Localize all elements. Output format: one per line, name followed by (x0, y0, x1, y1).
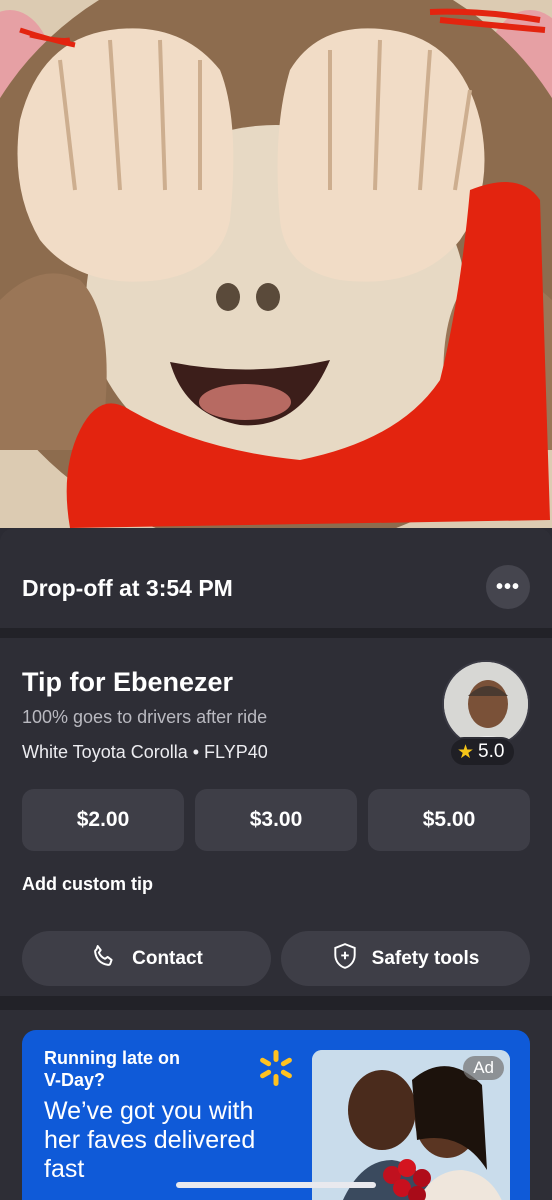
rating-value: 5.0 (478, 741, 505, 762)
driver-avatar[interactable] (442, 660, 530, 748)
ad-badge: Ad (463, 1056, 504, 1080)
phone-icon (90, 942, 118, 976)
tip-subtitle: 100% goes to drivers after ride (22, 707, 268, 727)
more-icon: ••• (495, 575, 520, 598)
ad-photo: Ad (312, 1050, 510, 1200)
contact-label: Contact (132, 947, 203, 969)
safety-tools-label: Safety tools (371, 947, 480, 969)
home-indicator[interactable] (176, 1182, 376, 1188)
more-options-button[interactable]: ••• (486, 565, 530, 609)
driver-rating: ★ 5.0 (449, 737, 517, 767)
safety-tools-button[interactable]: Safety tools (281, 931, 530, 986)
walmart-ad-banner[interactable]: Running late on V-Day? We’ve got you wit… (22, 1030, 530, 1200)
divider (0, 996, 552, 1010)
shared-photo (0, 0, 552, 528)
tip-option-3[interactable]: $3.00 (195, 789, 357, 851)
walmart-spark-icon (256, 1048, 296, 1093)
add-custom-tip-link[interactable]: Add custom tip (22, 874, 153, 895)
vehicle-info: White Toyota Corolla • FLYP40 (22, 742, 268, 762)
tip-option-5[interactable]: $5.00 (368, 789, 530, 851)
contact-button[interactable]: Contact (22, 931, 271, 986)
shield-icon (332, 942, 358, 976)
divider (0, 628, 552, 638)
tip-title: Tip for Ebenezer (22, 667, 234, 697)
tip-option-2[interactable]: $2.00 (22, 789, 184, 851)
dropoff-time: Drop-off at 3:54 PM (22, 575, 233, 601)
star-icon: ★ (457, 741, 475, 763)
ad-small-text: Running late on V-Day? (44, 1048, 180, 1090)
ad-headline: We’ve got you with her faves delivered f… (44, 1097, 256, 1183)
